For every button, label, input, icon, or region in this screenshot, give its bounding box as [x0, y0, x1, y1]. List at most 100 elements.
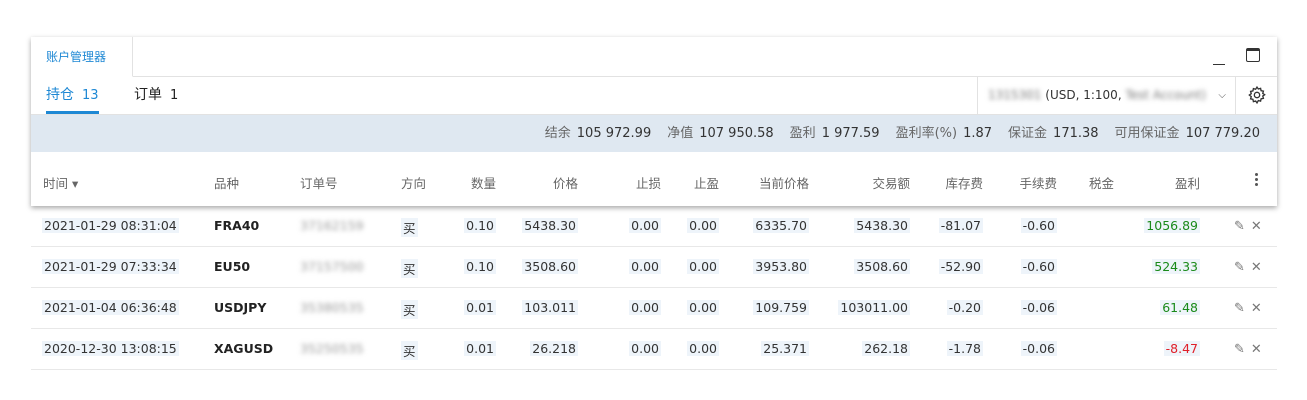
- cell-ticket: 35380535: [300, 300, 364, 315]
- cell-current: 6335.70: [753, 218, 809, 233]
- cell-symbol: USDJPY: [214, 300, 267, 315]
- row-actions: ✎ ✕: [1234, 260, 1268, 275]
- column-header: 数量: [470, 176, 496, 191]
- summary-value: 171.38: [1053, 126, 1099, 141]
- account-id: 1315301: [988, 88, 1042, 102]
- cell-tp: 0.00: [687, 341, 719, 356]
- cell-time: 2021-01-29 08:31:04: [42, 218, 179, 233]
- cell-sl: 0.00: [629, 259, 661, 274]
- cell-tp: 0.00: [687, 259, 719, 274]
- table-header: 时间 ▾ 品种 订单号 方向 数量 价格 止损 止盈 当前价格 交易额 库存费 手续费 税金 盈利: [31, 167, 1277, 199]
- cell-qty: 0.10: [464, 259, 496, 274]
- row-actions: ✎ ✕: [1234, 301, 1268, 316]
- tab-positions-label: 持仓: [46, 87, 74, 103]
- cell-amount: 3508.60: [854, 259, 910, 274]
- tab-orders-count: 1: [170, 88, 179, 103]
- positions-table-body: 2021-01-29 08:31:04 FRA40 37162159 买 0.10 543…: [31, 206, 1277, 370]
- pencil-icon[interactable]: ✎: [1234, 260, 1245, 275]
- cell-ticket: 37162159: [300, 218, 364, 233]
- cell-sl: 0.00: [629, 300, 661, 315]
- cell-side: 买: [401, 300, 418, 319]
- column-header: 税金: [1089, 176, 1115, 191]
- table-row[interactable]: 2021-01-04 06:36:48 USDJPY 35380535 买 0.01 10…: [31, 288, 1277, 329]
- pencil-icon[interactable]: ✎: [1234, 219, 1245, 234]
- settings-button[interactable]: [1235, 77, 1277, 114]
- cell-profit: -8.47: [1163, 341, 1200, 356]
- account-selector[interactable]: 1315301 (USD, 1:100, Test Account) ⌵: [977, 77, 1234, 114]
- maximize-icon[interactable]: [1245, 47, 1263, 65]
- close-icon[interactable]: ✕: [1251, 301, 1262, 316]
- account-manager-tab[interactable]: 账户管理器: [31, 37, 133, 77]
- cell-current: 25.371: [761, 341, 809, 356]
- cell-price: 103.011: [522, 300, 578, 315]
- row-actions: ✎ ✕: [1234, 342, 1268, 357]
- gear-icon: [1248, 85, 1266, 105]
- cell-time: 2021-01-29 07:33:34: [42, 259, 179, 274]
- column-header: 订单号: [300, 176, 338, 191]
- cell-qty: 0.01: [464, 300, 496, 315]
- close-icon[interactable]: ✕: [1251, 342, 1262, 357]
- summary-value: 1.87: [963, 126, 993, 141]
- cell-swap: -0.20: [946, 300, 983, 315]
- summary-value: 1 977.59: [821, 126, 880, 141]
- summary-label: 结余: [544, 126, 571, 141]
- cell-profit: 524.33: [1152, 259, 1200, 274]
- cell-fee: -0.06: [1020, 300, 1057, 315]
- cell-ticket: 37157500: [300, 259, 364, 274]
- cell-side: 买: [401, 218, 418, 237]
- close-icon[interactable]: ✕: [1251, 219, 1262, 234]
- cell-fee: -0.60: [1020, 259, 1057, 274]
- pencil-icon[interactable]: ✎: [1234, 342, 1245, 357]
- summary-label: 保证金: [1008, 126, 1048, 141]
- cell-price: 5438.30: [522, 218, 578, 233]
- cell-amount: 103011.00: [838, 300, 910, 315]
- column-header: 方向: [401, 176, 427, 191]
- cell-tp: 0.00: [687, 218, 719, 233]
- cell-swap: -52.90: [938, 259, 983, 274]
- column-header: 盈利: [1174, 176, 1200, 191]
- table-row[interactable]: 2021-01-29 07:33:34 EU50 37157500 买 0.10 3508…: [31, 247, 1277, 288]
- cell-fee: -0.06: [1020, 341, 1057, 356]
- tab-orders[interactable]: 订单 1: [134, 77, 178, 114]
- summary-value: 107 950.58: [699, 126, 774, 141]
- cell-ticket: 35250535: [300, 341, 364, 356]
- cell-current: 109.759: [753, 300, 809, 315]
- cell-profit: 1056.89: [1144, 218, 1200, 233]
- summary-items: 结余 105 972.99 净值 107 950.58 盈利 1 977.59 盈利率(%)…: [529, 115, 1260, 152]
- cell-qty: 0.10: [464, 218, 496, 233]
- cell-symbol: FRA40: [214, 218, 260, 233]
- column-header: 库存费: [945, 176, 983, 191]
- cell-fee: -0.60: [1020, 218, 1057, 233]
- column-header: 当前价格: [758, 176, 809, 191]
- cell-amount: 5438.30: [854, 218, 910, 233]
- close-icon[interactable]: ✕: [1251, 260, 1262, 275]
- account-summary-bar: 结余 105 972.99 净值 107 950.58 盈利 1 977.59 盈利率(%)…: [31, 115, 1277, 152]
- column-header: 交易额: [872, 176, 910, 191]
- column-header-time-sortable[interactable]: 时间 ▾: [43, 173, 78, 192]
- cell-sl: 0.00: [629, 341, 661, 356]
- positions-orders-bar: 持仓 13 订单 1 1315301 (USD, 1:100, Test Accou…: [31, 77, 1277, 115]
- table-row[interactable]: 2020-12-30 13:08:15 XAGUSD 35250535 买 0.01 26…: [31, 329, 1277, 370]
- table-row[interactable]: 2021-01-29 08:31:04 FRA40 37162159 买 0.10 543…: [31, 206, 1277, 247]
- tab-positions[interactable]: 持仓 13: [46, 77, 99, 114]
- summary-label: 盈利率(%): [895, 126, 958, 141]
- column-header: 手续费: [1019, 176, 1057, 191]
- column-header: 品种: [214, 176, 240, 191]
- column-header: 止盈: [693, 176, 719, 191]
- column-header: 止损: [635, 176, 661, 191]
- cell-side: 买: [401, 259, 418, 278]
- cell-sl: 0.00: [629, 218, 661, 233]
- account-name: Test Account): [1125, 88, 1207, 102]
- minimize-icon[interactable]: [1209, 47, 1227, 65]
- window-tabstrip: 账户管理器: [31, 37, 1277, 77]
- vertical-dots-icon[interactable]: [1252, 171, 1260, 187]
- account-details: (USD, 1:100,: [1045, 88, 1122, 102]
- cell-side: 买: [401, 341, 418, 360]
- summary-value: 105 972.99: [576, 126, 652, 141]
- pencil-icon[interactable]: ✎: [1234, 301, 1245, 316]
- cell-profit: 61.48: [1160, 300, 1200, 315]
- row-actions: ✎ ✕: [1234, 219, 1268, 234]
- cell-amount: 262.18: [862, 341, 910, 356]
- cell-swap: -1.78: [946, 341, 983, 356]
- cell-symbol: XAGUSD: [214, 341, 274, 356]
